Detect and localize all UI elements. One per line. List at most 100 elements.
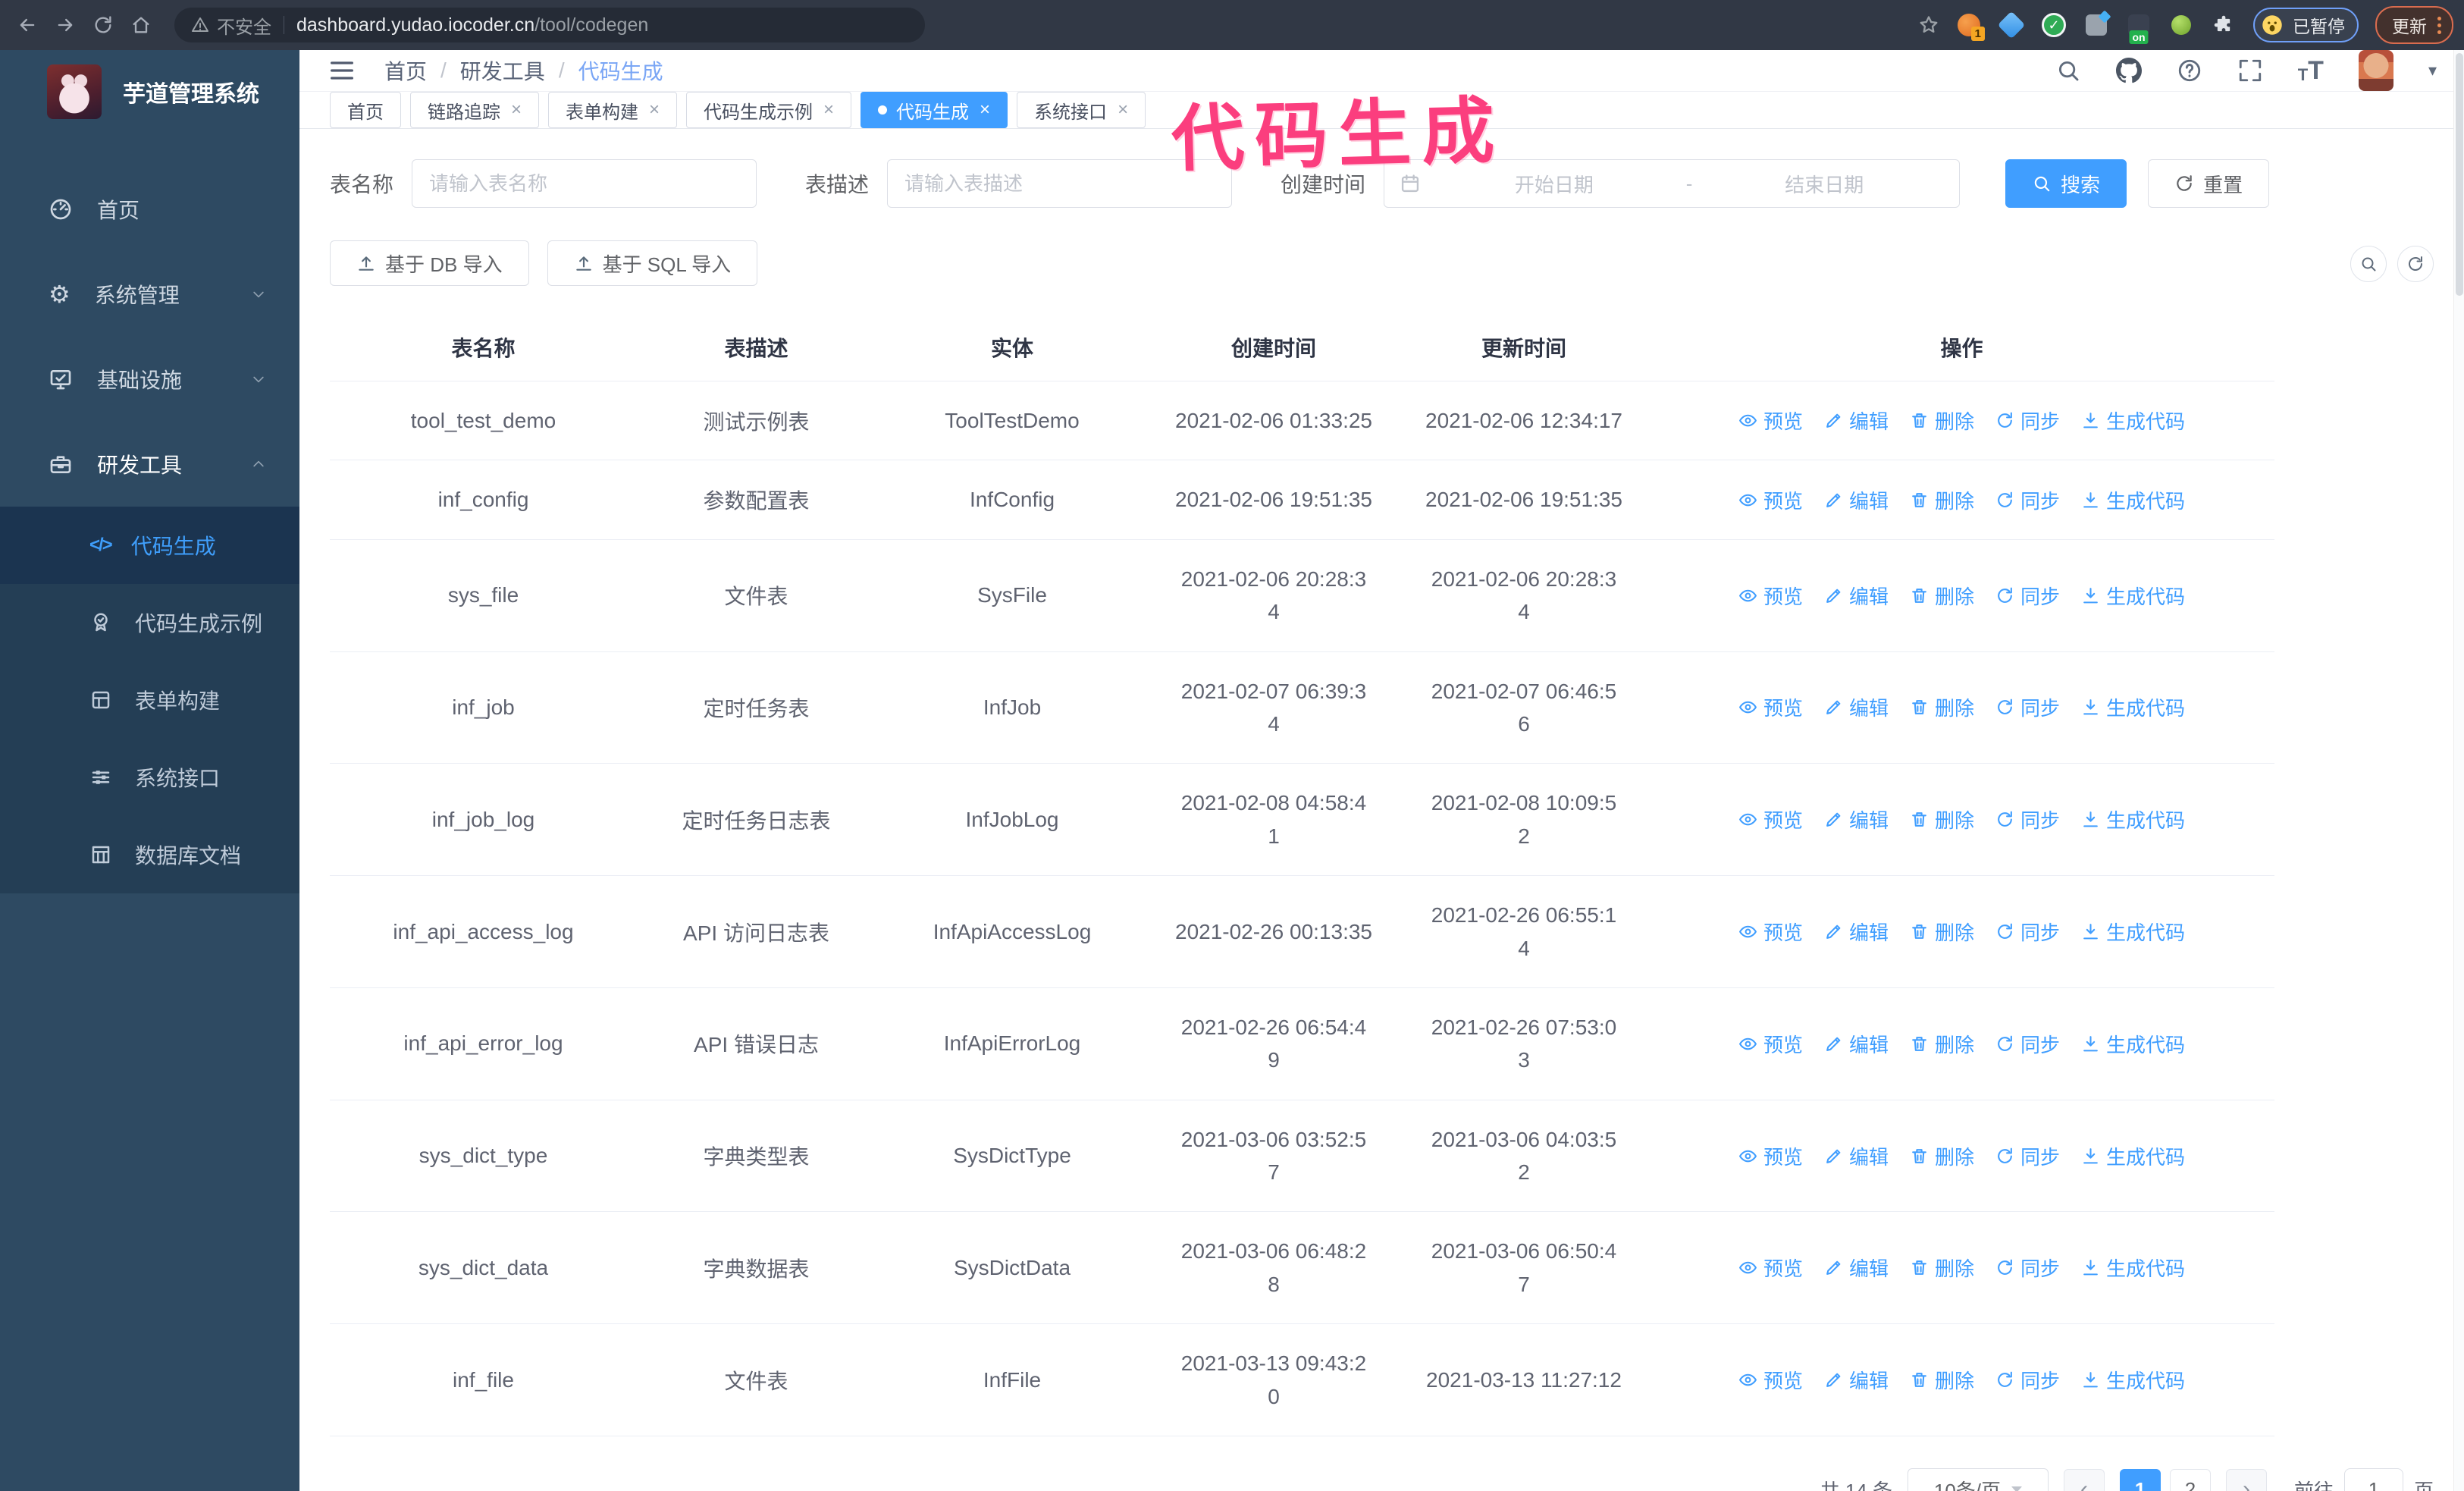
- action-sync-link[interactable]: 同步: [1995, 805, 2060, 833]
- action-download-link[interactable]: 生成代码: [2081, 1254, 2185, 1282]
- action-sync-link[interactable]: 同步: [1995, 1254, 2060, 1282]
- security-label[interactable]: 不安全: [217, 12, 271, 39]
- action-sync-link[interactable]: 同步: [1995, 406, 2060, 435]
- action-sync-link[interactable]: 同步: [1995, 1030, 2060, 1058]
- action-edit-link[interactable]: 编辑: [1824, 406, 1889, 435]
- action-trash-link[interactable]: 删除: [1910, 805, 1974, 833]
- action-edit-link[interactable]: 编辑: [1824, 1254, 1889, 1282]
- browser-profile-button[interactable]: 已暂停: [2253, 8, 2359, 42]
- action-edit-link[interactable]: 编辑: [1824, 1366, 1889, 1394]
- browser-update-button[interactable]: 更新: [2375, 6, 2453, 44]
- tab-链路追踪[interactable]: 链路追踪 ×: [410, 92, 540, 128]
- action-trash-link[interactable]: 删除: [1910, 486, 1974, 514]
- page-button-2[interactable]: 2: [2169, 1469, 2211, 1491]
- tab-close-icon[interactable]: ×: [649, 99, 660, 121]
- action-download-link[interactable]: 生成代码: [2081, 486, 2185, 514]
- action-trash-link[interactable]: 删除: [1910, 1254, 1974, 1282]
- tab-系统接口[interactable]: 系统接口 ×: [1017, 92, 1146, 128]
- bookmark-star-icon[interactable]: [1918, 14, 1939, 36]
- action-download-link[interactable]: 生成代码: [2081, 805, 2185, 833]
- tab-close-icon[interactable]: ×: [1118, 99, 1128, 121]
- toggle-search-button[interactable]: [2350, 246, 2387, 282]
- action-sync-link[interactable]: 同步: [1995, 486, 2060, 514]
- date-end-placeholder[interactable]: 结束日期: [1704, 170, 1944, 198]
- breadcrumb-item[interactable]: 首页: [384, 55, 427, 86]
- action-eye-link[interactable]: 预览: [1738, 486, 1803, 514]
- font-size-icon[interactable]: TT: [2298, 58, 2324, 83]
- action-eye-link[interactable]: 预览: [1738, 406, 1803, 435]
- action-eye-link[interactable]: 预览: [1738, 918, 1803, 946]
- sidebar-item-system[interactable]: ⚙ 系统管理: [0, 252, 299, 337]
- tab-代码生成示例[interactable]: 代码生成示例 ×: [686, 92, 852, 128]
- sidebar-item-home[interactable]: 首页: [0, 167, 299, 252]
- prev-page-button[interactable]: ‹: [2063, 1469, 2105, 1491]
- sidebar-item-codegen[interactable]: </> 代码生成: [0, 507, 299, 584]
- page-button-1[interactable]: 1: [2119, 1469, 2161, 1491]
- action-edit-link[interactable]: 编辑: [1824, 693, 1889, 721]
- action-eye-link[interactable]: 预览: [1738, 1366, 1803, 1394]
- action-edit-link[interactable]: 编辑: [1824, 1030, 1889, 1058]
- action-download-link[interactable]: 生成代码: [2081, 1366, 2185, 1394]
- breadcrumb-item[interactable]: 研发工具: [460, 55, 545, 86]
- action-trash-link[interactable]: 删除: [1910, 918, 1974, 946]
- action-sync-link[interactable]: 同步: [1995, 1366, 2060, 1394]
- action-eye-link[interactable]: 预览: [1738, 1142, 1803, 1170]
- sidebar-item-system-api[interactable]: 系统接口: [0, 739, 299, 816]
- import-sql-button[interactable]: 基于 SQL 导入: [547, 240, 758, 286]
- page-size-select[interactable]: 10条/页: [1907, 1468, 2049, 1491]
- extension-green-icon[interactable]: [2168, 12, 2194, 38]
- date-start-placeholder[interactable]: 开始日期: [1434, 170, 1674, 198]
- action-eye-link[interactable]: 预览: [1738, 1254, 1803, 1282]
- home-icon[interactable]: [124, 8, 158, 42]
- search-icon[interactable]: [2055, 58, 2081, 83]
- browser-menu-icon[interactable]: [2437, 16, 2441, 34]
- action-download-link[interactable]: 生成代码: [2081, 406, 2185, 435]
- tab-close-icon[interactable]: ×: [980, 99, 990, 121]
- scrollbar-thumb[interactable]: [2455, 53, 2463, 296]
- search-button[interactable]: 搜索: [2005, 159, 2127, 208]
- address-bar[interactable]: 不安全 dashboard.yudao.iocoder.cn/tool/code…: [174, 8, 925, 42]
- action-edit-link[interactable]: 编辑: [1824, 918, 1889, 946]
- action-trash-link[interactable]: 删除: [1910, 1030, 1974, 1058]
- import-db-button[interactable]: 基于 DB 导入: [330, 240, 529, 286]
- action-edit-link[interactable]: 编辑: [1824, 486, 1889, 514]
- action-edit-link[interactable]: 编辑: [1824, 805, 1889, 833]
- action-download-link[interactable]: 生成代码: [2081, 918, 2185, 946]
- action-sync-link[interactable]: 同步: [1995, 582, 2060, 610]
- sidebar-item-form-builder[interactable]: 表单构建: [0, 661, 299, 739]
- action-download-link[interactable]: 生成代码: [2081, 693, 2185, 721]
- back-icon[interactable]: [11, 8, 44, 42]
- extension-dict-icon[interactable]: [2083, 12, 2109, 38]
- url-text[interactable]: dashboard.yudao.iocoder.cn/tool/codegen: [296, 14, 648, 36]
- action-trash-link[interactable]: 删除: [1910, 1366, 1974, 1394]
- action-trash-link[interactable]: 删除: [1910, 582, 1974, 610]
- action-download-link[interactable]: 生成代码: [2081, 1142, 2185, 1170]
- goto-page-input[interactable]: [2343, 1468, 2403, 1491]
- extension-shield-icon[interactable]: ✓: [2041, 12, 2067, 38]
- github-icon[interactable]: [2115, 58, 2142, 83]
- action-trash-link[interactable]: 删除: [1910, 1142, 1974, 1170]
- action-sync-link[interactable]: 同步: [1995, 1142, 2060, 1170]
- sidebar-item-devtools[interactable]: 研发工具: [0, 422, 299, 507]
- tab-代码生成[interactable]: 代码生成 ×: [861, 92, 1008, 128]
- collapse-menu-icon[interactable]: [327, 55, 357, 86]
- extension-proxy-icon[interactable]: on: [2126, 12, 2152, 44]
- action-sync-link[interactable]: 同步: [1995, 918, 2060, 946]
- user-avatar[interactable]: [2358, 50, 2393, 91]
- extensions-puzzle-icon[interactable]: [2211, 12, 2237, 38]
- extension-gem-icon[interactable]: [1997, 11, 2026, 39]
- table-desc-input[interactable]: [887, 159, 1233, 208]
- avatar-caret-icon[interactable]: ▾: [2428, 61, 2437, 80]
- help-icon[interactable]: [2177, 58, 2202, 83]
- refresh-table-button[interactable]: [2397, 246, 2434, 282]
- action-eye-link[interactable]: 预览: [1738, 693, 1803, 721]
- sidebar-item-infra[interactable]: 基础设施: [0, 337, 299, 422]
- reload-icon[interactable]: [86, 8, 120, 42]
- next-page-button[interactable]: ›: [2225, 1469, 2267, 1491]
- app-logo[interactable]: 芋道管理系统: [0, 50, 299, 133]
- sidebar-item-codegen-example[interactable]: 代码生成示例: [0, 584, 299, 661]
- tab-表单构建[interactable]: 表单构建 ×: [548, 92, 678, 128]
- tab-close-icon[interactable]: ×: [511, 99, 522, 121]
- forward-icon[interactable]: [49, 8, 82, 42]
- date-range-picker[interactable]: 开始日期 - 结束日期: [1384, 159, 1961, 208]
